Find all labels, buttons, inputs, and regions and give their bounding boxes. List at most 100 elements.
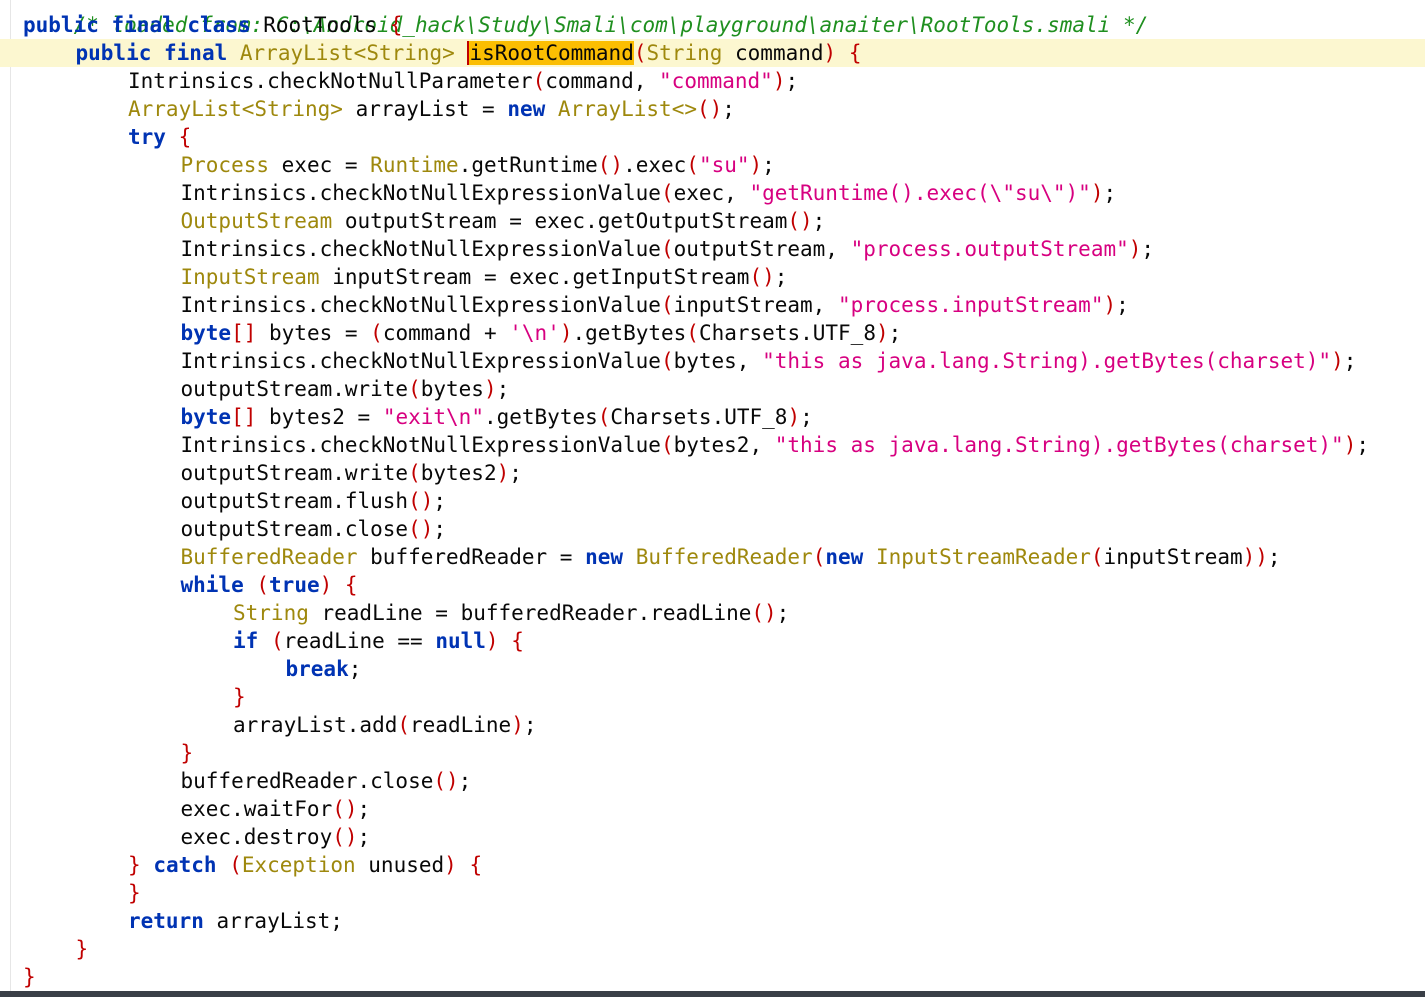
code-token: () xyxy=(433,769,459,793)
code-token: ( xyxy=(370,321,383,345)
code-token: command, xyxy=(545,69,660,93)
code-line[interactable]: Intrinsics.checkNotNullExpressionValue(i… xyxy=(0,291,1425,319)
code-line[interactable]: } xyxy=(0,879,1425,907)
code-line[interactable]: OutputStream outputStream = exec.getOutp… xyxy=(0,207,1425,235)
code-token: ; xyxy=(812,209,826,233)
code-token: bytes2, xyxy=(673,433,775,457)
code-token: ; xyxy=(357,825,371,849)
code-token: } xyxy=(23,965,36,989)
code-token: [] xyxy=(231,321,257,345)
code-token: ; xyxy=(1141,237,1155,261)
code-token: ; xyxy=(722,97,735,121)
code-line[interactable]: Intrinsics.checkNotNullExpressionValue(e… xyxy=(0,179,1425,207)
code-line[interactable]: Intrinsics.checkNotNullParameter(command… xyxy=(0,67,1425,95)
code-token: bytes = xyxy=(256,321,371,345)
code-token: null xyxy=(435,629,486,653)
code-token: ; xyxy=(433,517,447,541)
code-line[interactable]: outputStream.close(); xyxy=(0,515,1425,543)
code-token: () xyxy=(332,825,358,849)
code-line[interactable]: Intrinsics.checkNotNullExpressionValue(o… xyxy=(0,235,1425,263)
code-token: ( xyxy=(686,153,699,177)
code-token: Intrinsics.checkNotNullExpressionValue xyxy=(180,181,661,205)
code-token: ; xyxy=(1116,293,1129,317)
code-line[interactable]: try { xyxy=(0,123,1425,151)
code-token: command xyxy=(722,41,824,65)
code-token: { xyxy=(848,41,862,65)
code-token: readLine = bufferedReader.readLine xyxy=(308,601,752,625)
code-token: ) xyxy=(483,377,497,401)
code-token: ( xyxy=(660,349,674,373)
code-token: new xyxy=(507,97,546,121)
code-line[interactable]: } catch (Exception unused) { xyxy=(0,851,1425,879)
code-token: final xyxy=(164,41,228,65)
code-token: Intrinsics.checkNotNullExpressionValue xyxy=(180,293,661,317)
code-line[interactable]: arrayList.add(readLine); xyxy=(0,711,1425,739)
code-token: outputStream.flush xyxy=(180,489,409,513)
code-token: ; xyxy=(774,265,788,289)
code-line[interactable]: InputStream inputStream = exec.getInputS… xyxy=(0,263,1425,291)
code-line[interactable]: String readLine = bufferedReader.readLin… xyxy=(0,599,1425,627)
code-token: byte xyxy=(180,405,232,429)
code-token: ) xyxy=(823,41,837,65)
code-token: public xyxy=(75,41,152,65)
code-line[interactable]: bufferedReader.close(); xyxy=(0,767,1425,795)
code-token: Exception xyxy=(241,853,356,877)
code-line[interactable]: break; xyxy=(0,655,1425,683)
code-token: ; xyxy=(888,321,902,345)
code-token: ; xyxy=(458,769,472,793)
code-line[interactable]: ArrayList<String> arrayList = new ArrayL… xyxy=(0,95,1425,123)
code-token: ArrayList<String> xyxy=(128,97,343,121)
code-token: ) xyxy=(787,405,801,429)
code-token: ) xyxy=(1128,237,1142,261)
code-token: { xyxy=(511,629,524,653)
code-token: unused xyxy=(355,853,445,877)
code-line[interactable]: outputStream.write(bytes); xyxy=(0,375,1425,403)
code-line[interactable]: Intrinsics.checkNotNullExpressionValue(b… xyxy=(0,431,1425,459)
code-line[interactable]: BufferedReader bufferedReader = new Buff… xyxy=(0,543,1425,571)
code-token: } xyxy=(128,881,141,905)
code-line[interactable]: while (true) { xyxy=(0,571,1425,599)
code-line[interactable]: Intrinsics.checkNotNullExpressionValue(b… xyxy=(0,347,1425,375)
code-token: while xyxy=(180,573,244,597)
code-line[interactable]: } xyxy=(0,963,1425,991)
code-token: String xyxy=(646,41,723,65)
code-line[interactable]: return arrayList; xyxy=(0,907,1425,935)
code-token: ArrayList<> xyxy=(557,97,697,121)
code-line[interactable]: outputStream.write(bytes2); xyxy=(0,459,1425,487)
code-token: ; xyxy=(523,713,537,737)
code-line[interactable]: exec.waitFor(); xyxy=(0,795,1425,823)
code-line[interactable]: byte[] bytes2 = "exit\n".getBytes(Charse… xyxy=(0,403,1425,431)
code-line[interactable]: outputStream.flush(); xyxy=(0,487,1425,515)
code-line[interactable]: } xyxy=(0,683,1425,711)
highlighted-symbol[interactable]: isRootCommand xyxy=(467,41,634,65)
code-line[interactable]: public final class RootTools { xyxy=(0,11,1425,39)
horizontal-scrollbar[interactable] xyxy=(0,991,1425,997)
code-line[interactable]: } xyxy=(0,935,1425,963)
code-token: ) xyxy=(511,713,524,737)
code-editor[interactable]: /* loaded from: C:\Android_hack\Study\Sm… xyxy=(0,0,1425,990)
code-token: [] xyxy=(231,405,257,429)
code-token: ( xyxy=(660,181,674,205)
code-line[interactable]: } xyxy=(0,739,1425,767)
code-token: ( xyxy=(660,433,674,457)
code-line-current[interactable]: public final ArrayList<String> isRootCom… xyxy=(0,39,1425,67)
code-token: .getBytes xyxy=(572,321,687,345)
code-token: } xyxy=(180,741,194,765)
code-line[interactable]: if (readLine == null) { xyxy=(0,627,1425,655)
code-token: BufferedReader xyxy=(635,545,813,569)
code-token: String xyxy=(233,601,309,625)
code-token: readLine == xyxy=(283,629,436,653)
code-token: InputStreamReader xyxy=(875,545,1091,569)
code-token: ; xyxy=(496,377,510,401)
code-token: ( xyxy=(532,69,546,93)
code-line[interactable]: byte[] bytes = (command + '\n').getBytes… xyxy=(0,319,1425,347)
code-line[interactable]: exec.destroy(); xyxy=(0,823,1425,851)
code-line[interactable]: Process exec = Runtime.getRuntime().exec… xyxy=(0,151,1425,179)
code-token: ) xyxy=(1343,433,1357,457)
code-token: ; xyxy=(785,69,799,93)
code-token: ) xyxy=(1090,181,1104,205)
